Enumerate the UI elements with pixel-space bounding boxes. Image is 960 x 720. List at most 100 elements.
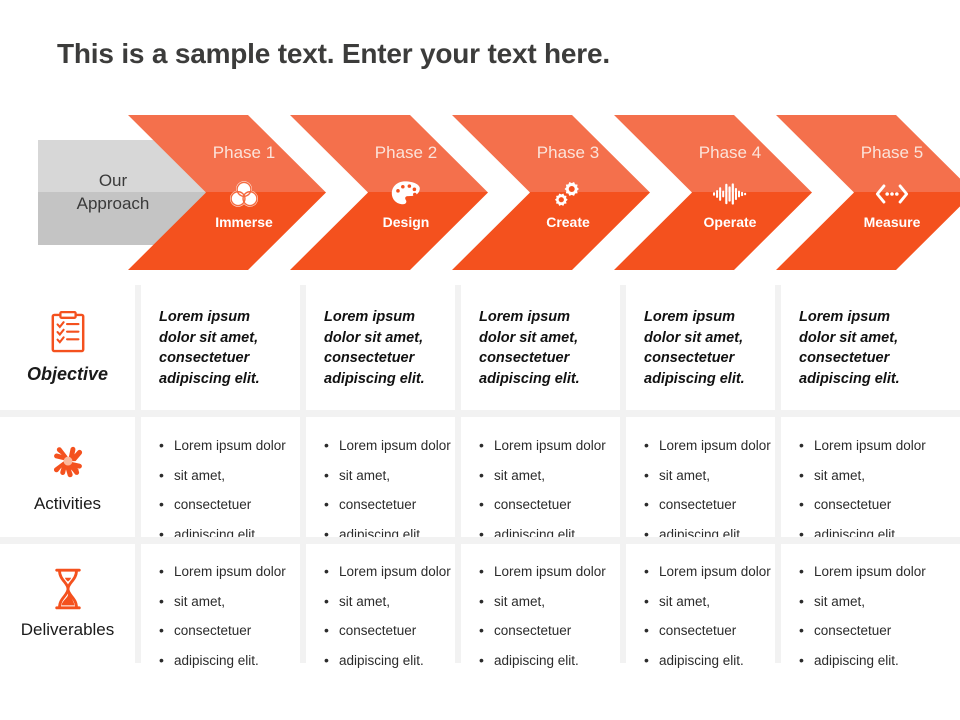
teamwork-hands-icon [45,440,91,486]
matrix-row-deliverables: Deliverables Lorem ipsum dolor sit amet, co… [0,543,960,667]
list-item: sit amet, [479,594,607,609]
category-label: Deliverables [20,620,115,639]
objective-text: Lorem ipsum dolor sit amet, consectetuer… [479,309,580,387]
list-item: consectetuer [479,497,607,512]
column-divider-4 [620,417,626,537]
process-chevron-band: Our Approach Phase 1 Immerse Phase 2 Design… [0,105,960,275]
column-divider-2 [300,543,306,663]
bullet-list: Lorem ipsum dolorsit amet,consectetuerad… [324,438,451,541]
matrix-cell-r2-c5[interactable]: Lorem ipsum dolorsit amet,consectetuerad… [781,417,941,540]
our-approach-line2: Approach [76,193,150,213]
list-item: Lorem ipsum dolor [159,438,287,453]
list-item: Lorem ipsum dolor [479,438,607,453]
matrix-cell-r1-c1[interactable]: Lorem ipsum dolor sit amet, consectetuer… [141,285,301,410]
list-item: consectetuer [324,623,442,638]
bullet-list: Lorem ipsum dolorsit amet,consectetuerad… [799,438,927,541]
list-item: Lorem ipsum dolor [799,438,927,453]
matrix-cell-r3-c3[interactable]: Lorem ipsum dolor sit amet, consectetuer ad… [461,543,621,666]
matrix-cell-r2-c2[interactable]: Lorem ipsum dolorsit amet,consectetuerad… [306,417,456,540]
list-item: Lorem ipsum dolor [644,438,771,453]
column-divider-3 [455,543,461,663]
phase-number-label: Phase 5 [860,143,924,162]
column-divider-1 [135,543,141,663]
matrix-row-activities: Activities Lorem ipsum dolor sit amet, cons… [0,417,960,541]
list-item: Lorem ipsum dolor [479,564,607,579]
bullet-list: Lorem ipsum dolor sit amet, consectetuer ad… [159,564,287,668]
list-item: adipiscing elit. [479,653,607,668]
list-item: adipiscing elit. [159,653,287,668]
code-brackets-icon [875,179,909,209]
page-title: This is a sample text. Enter your text h… [57,38,610,69]
matrix-cell-r2-c1[interactable]: Lorem ipsum dolorsit amet,consectetuerad… [141,417,301,540]
matrix-row-objective: Objective Lorem ipsum dolor sit amet, con… [0,285,960,410]
category-label: Activities [33,494,102,513]
column-divider-4 [620,285,626,410]
objective-text: Lorem ipsum dolor sit amet, consectetuer… [159,309,260,387]
column-divider-5 [775,285,781,410]
process-matrix: Objective Lorem ipsum dolor sit amet, con… [0,285,960,667]
matrix-cell-r2-c4[interactable]: Lorem ipsum dolorsit amet,consectetuerad… [626,417,776,540]
category-cell-deliverables: Deliverables [0,543,135,663]
matrix-cell-r1-c3[interactable]: Lorem ipsum dolor sit amet, consectetuer… [461,285,621,410]
list-item: sit amet, [324,468,442,483]
list-item: Lorem ipsum dolor [159,564,287,579]
column-divider-5 [775,417,781,537]
matrix-cell-r3-c5[interactable]: Lorem ipsum dolor sit amet, consectetuer ad… [781,543,941,666]
palette-icon [389,179,423,209]
list-item: adipiscing elit. [644,653,762,668]
list-item: Lorem ipsum dolor [644,564,771,579]
bullet-list: Lorem ipsum dolorsit amet,consectetuerad… [644,438,771,541]
objective-text: Lorem ipsum dolor sit amet, consectetuer… [324,309,425,387]
list-item: consectetuer [799,497,927,512]
list-item: consectetuer [324,497,442,512]
checklist-icon [45,310,91,356]
column-divider-1 [135,285,141,410]
bullet-list: Lorem ipsum dolorsit amet,consectetuerad… [479,564,607,668]
list-item: Lorem ipsum dolor [324,564,451,579]
phase-title-label: Operate [703,214,757,230]
phase-title-label: Immerse [215,214,273,230]
list-item: sit amet, [479,468,607,483]
row-divider-1 [0,410,960,417]
gears-icon [551,179,585,209]
category-cell-activities: Activities [0,417,135,537]
list-item: consectetuer [159,623,287,638]
phase-title-label: Measure [863,214,921,230]
bullet-list: Lorem ipsum dolorsit amet,consectetuerad… [479,438,607,541]
objective-text: Lorem ipsum dolor sit amet, consectetuer… [644,309,745,387]
phase-title-label: Create [546,214,590,230]
list-item: consectetuer [644,623,762,638]
hourglass-icon [45,566,91,612]
matrix-cell-r2-c3[interactable]: Lorem ipsum dolorsit amet,consectetuerad… [461,417,621,540]
list-item: sit amet, [644,594,762,609]
column-divider-1 [135,417,141,537]
matrix-cell-r3-c2[interactable]: Lorem ipsum dolor sit amet, consectetuer ad… [306,543,456,666]
phase-title-label: Design [382,214,430,230]
phase-number-label: Phase 1 [212,143,276,162]
bullet-list: Lorem ipsum dolor sit amet, consectetuer ad… [644,564,771,668]
list-item: Lorem ipsum dolor [324,438,451,453]
waveform-icon [713,179,747,209]
list-item: sit amet, [324,594,442,609]
matrix-cell-r3-c1[interactable]: Lorem ipsum dolor sit amet, consectetuer ad… [141,543,301,666]
matrix-cell-r3-c4[interactable]: Lorem ipsum dolor sit amet, consectetuer ad… [626,543,776,666]
venn-circles-icon [227,179,261,209]
list-item: adipiscing elit. [324,653,442,668]
slide-canvas: This is a sample text. Enter your text h… [0,0,960,720]
list-item: sit amet, [159,468,287,483]
list-item: sit amet, [159,594,287,609]
matrix-cell-r1-c5[interactable]: Lorem ipsum dolor sit amet, consectetuer… [781,285,941,410]
bullet-list: Lorem ipsum dolor sit amet, consectetuer ad… [324,564,451,668]
matrix-cell-r1-c2[interactable]: Lorem ipsum dolor sit amet, consectetuer… [306,285,456,410]
list-item: sit amet, [799,594,927,609]
phase-number-label: Phase 3 [536,143,600,162]
list-item: consectetuer [159,497,287,512]
bullet-list: Lorem ipsum dolorsit amet,consectetuerad… [799,564,927,667]
column-divider-5 [775,543,781,663]
category-label: Objective [26,364,109,384]
column-divider-3 [455,285,461,410]
matrix-cell-r1-c4[interactable]: Lorem ipsum dolor sit amet, consectetuer… [626,285,776,410]
phase-number-label: Phase 2 [374,143,438,162]
bullet-list: Lorem ipsum dolorsit amet,consectetuerad… [159,438,287,541]
our-approach-label: Our Approach [38,140,188,245]
